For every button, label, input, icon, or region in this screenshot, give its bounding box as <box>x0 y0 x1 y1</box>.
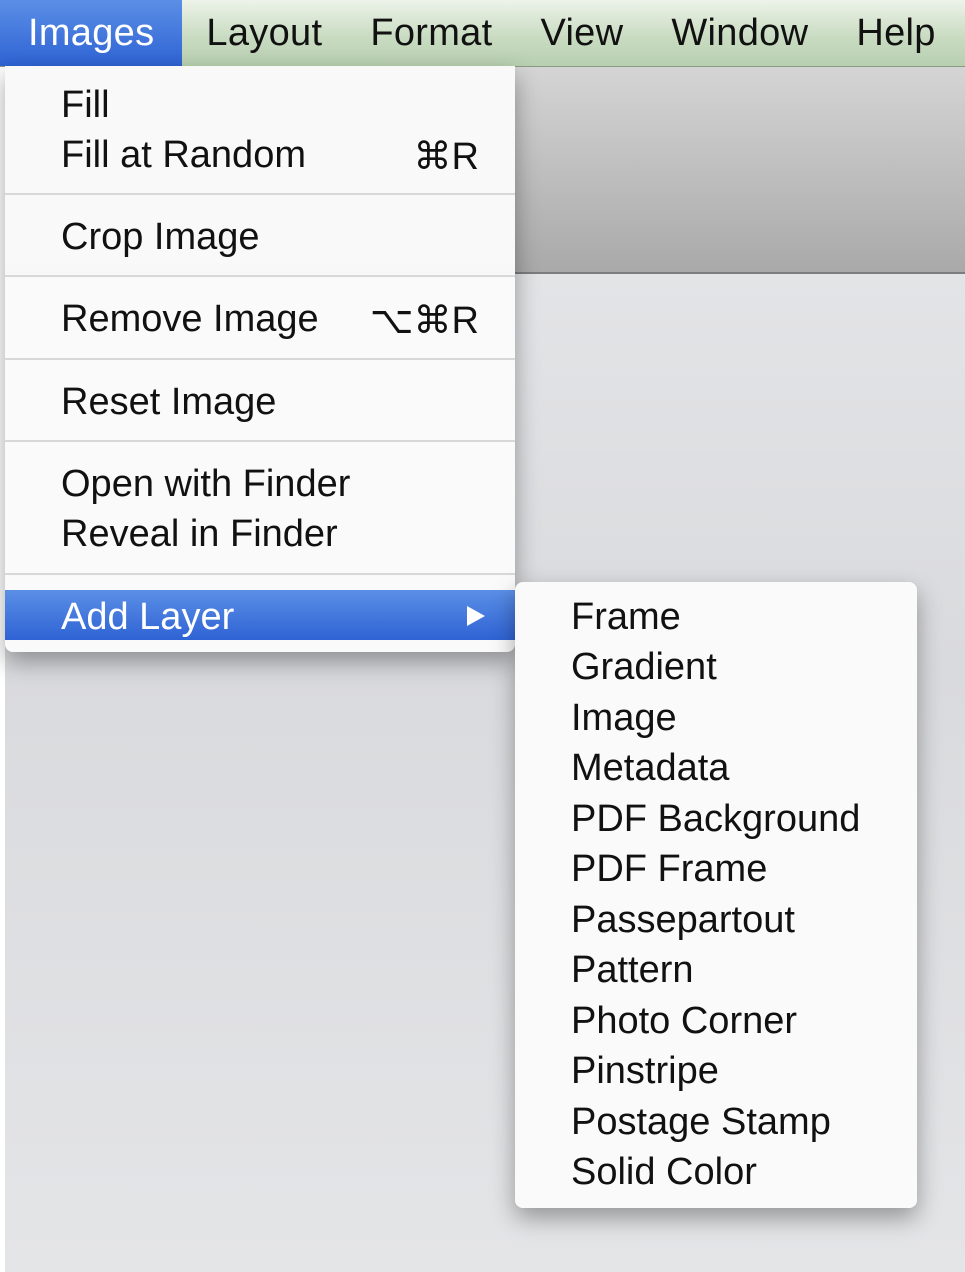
submenu-item-photo-corner[interactable]: Photo Corner <box>515 994 917 1044</box>
submenu-item-label: Pattern <box>571 949 694 991</box>
menu-window[interactable]: Window <box>647 0 832 66</box>
menu-item-label: Crop Image <box>61 216 260 258</box>
menu-item-fill-at-random[interactable]: Fill at Random ⌘R <box>5 128 515 178</box>
menu-item-label: Fill <box>61 84 110 126</box>
menu-view[interactable]: View <box>516 0 647 66</box>
menu-separator <box>5 440 515 442</box>
submenu-item-label: Pinstripe <box>571 1050 719 1092</box>
menu-item-label: Remove Image <box>61 298 319 340</box>
submenu-item-label: PDF Background <box>571 798 861 840</box>
images-dropdown-menu: Fill Fill at Random ⌘R Crop Image Remove… <box>5 66 515 652</box>
submenu-item-label: Postage Stamp <box>571 1101 831 1143</box>
submenu-item-solid-color[interactable]: Solid Color <box>515 1145 917 1195</box>
menu-item-label: Fill at Random <box>61 134 306 176</box>
menu-item-reveal-in-finder[interactable]: Reveal in Finder <box>5 507 515 557</box>
menu-item-label: Open with Finder <box>61 463 351 505</box>
menu-item-label: Reset Image <box>61 381 277 423</box>
menu-format[interactable]: Format <box>346 0 516 66</box>
triangle-right-icon <box>467 606 485 626</box>
menu-item-add-layer[interactable]: Add Layer <box>5 590 515 640</box>
menu-bar: Images Layout Format View Window Help <box>0 0 965 67</box>
menu-item-open-with-finder[interactable]: Open with Finder <box>5 457 515 507</box>
submenu-item-label: Image <box>571 697 677 739</box>
submenu-item-label: PDF Frame <box>571 848 768 890</box>
submenu-item-pattern[interactable]: Pattern <box>515 943 917 993</box>
keyboard-shortcut: ⌥⌘R <box>369 300 479 342</box>
submenu-item-label: Frame <box>571 596 681 638</box>
keyboard-shortcut: ⌘R <box>413 136 479 178</box>
add-layer-submenu: Frame Gradient Image Metadata PDF Backgr… <box>515 582 917 1208</box>
menu-separator <box>5 358 515 360</box>
submenu-item-label: Metadata <box>571 747 730 789</box>
submenu-item-image[interactable]: Image <box>515 691 917 741</box>
submenu-item-metadata[interactable]: Metadata <box>515 741 917 791</box>
submenu-item-gradient[interactable]: Gradient <box>515 640 917 690</box>
submenu-item-label: Photo Corner <box>571 1000 798 1042</box>
menu-separator <box>5 275 515 277</box>
submenu-item-postage-stamp[interactable]: Postage Stamp <box>515 1095 917 1145</box>
menu-item-label: Add Layer <box>61 596 235 638</box>
menu-item-crop-image[interactable]: Crop Image <box>5 210 515 260</box>
submenu-item-pdf-background[interactable]: PDF Background <box>515 792 917 842</box>
menu-help[interactable]: Help <box>832 0 959 66</box>
menu-layout[interactable]: Layout <box>182 0 346 66</box>
submenu-item-frame[interactable]: Frame <box>515 590 917 640</box>
menu-item-fill[interactable]: Fill <box>5 78 515 128</box>
menu-separator <box>5 193 515 195</box>
menu-separator <box>5 573 515 575</box>
submenu-item-label: Solid Color <box>571 1151 757 1193</box>
submenu-item-pdf-frame[interactable]: PDF Frame <box>515 842 917 892</box>
menu-images[interactable]: Images <box>0 0 183 66</box>
menu-item-reset-image[interactable]: Reset Image <box>5 375 515 425</box>
menu-item-label: Reveal in Finder <box>61 513 338 555</box>
submenu-item-pinstripe[interactable]: Pinstripe <box>515 1044 917 1094</box>
submenu-item-label: Passepartout <box>571 899 795 941</box>
submenu-item-label: Gradient <box>571 646 717 688</box>
submenu-item-passepartout[interactable]: Passepartout <box>515 893 917 943</box>
menu-item-remove-image[interactable]: Remove Image ⌥⌘R <box>5 292 515 342</box>
